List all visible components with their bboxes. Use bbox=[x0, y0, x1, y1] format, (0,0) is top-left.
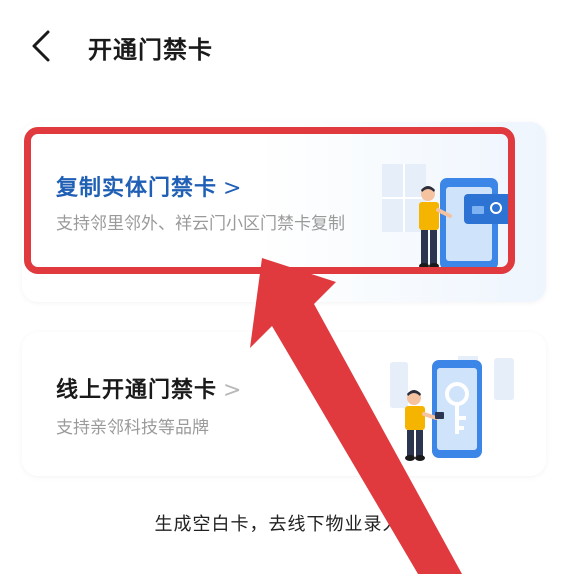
online-card-option[interactable]: 线上开通门禁卡 > 支持亲邻科技等品牌 bbox=[22, 332, 546, 476]
phone-card-illustration bbox=[382, 164, 512, 270]
page-title: 开通门禁卡 bbox=[88, 36, 213, 64]
chevron-right-icon: > bbox=[405, 514, 422, 535]
header: 开通门禁卡 bbox=[0, 0, 576, 92]
chevron-right-icon: > bbox=[223, 378, 243, 403]
blank-card-link[interactable]: 生成空白卡，去线下物业录入 > bbox=[0, 510, 576, 536]
card-description: 支持亲邻科技等品牌 bbox=[56, 418, 209, 438]
card-title-text: 复制实体门禁卡 bbox=[56, 176, 218, 201]
card-title-text: 线上开通门禁卡 bbox=[56, 378, 218, 403]
blank-card-link-label: 生成空白卡，去线下物业录入 bbox=[154, 514, 402, 535]
card-title: 复制实体门禁卡 > bbox=[56, 170, 242, 202]
chevron-left-icon[interactable] bbox=[28, 28, 58, 64]
card-title: 线上开通门禁卡 > bbox=[56, 372, 242, 404]
phone-key-illustration bbox=[390, 356, 514, 461]
copy-card-option[interactable]: 复制实体门禁卡 > 支持邻里邻外、祥云门小区门禁卡复制 bbox=[22, 122, 546, 302]
card-description: 支持邻里邻外、祥云门小区门禁卡复制 bbox=[56, 214, 345, 234]
chevron-right-icon: > bbox=[223, 176, 243, 201]
